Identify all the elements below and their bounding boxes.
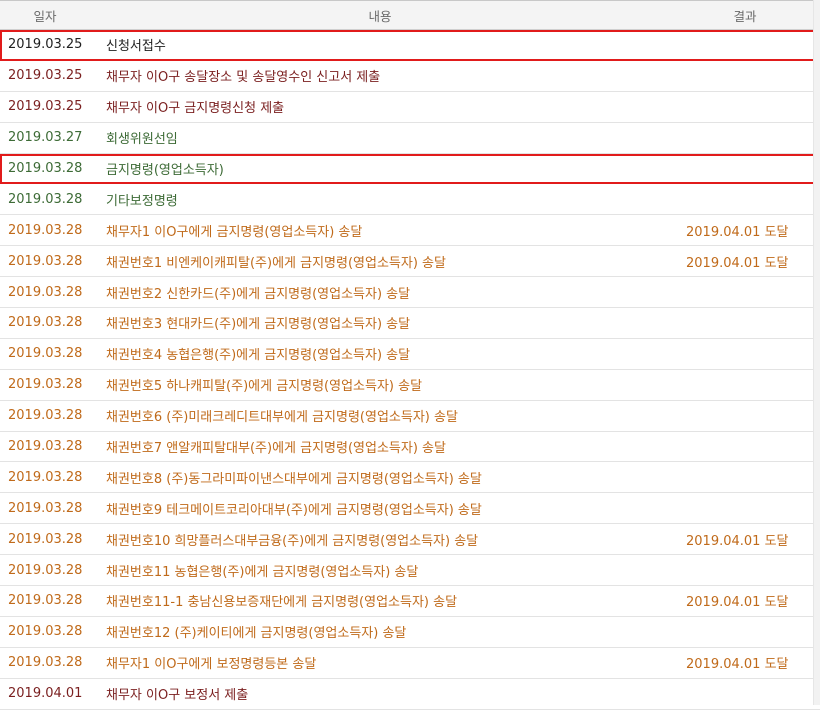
table-row-highlighted: 2019.03.28 금지명령(영업소득자) xyxy=(0,153,820,185)
row-date: 2019.03.27 xyxy=(8,130,83,146)
row-result: 2019.04.01 도달 xyxy=(686,255,789,271)
row-date: 2019.03.28 xyxy=(8,500,83,516)
table-row: 2019.03.28 채권번호10 희망플러스대부금융(주)에게 금지명령(영업소… xyxy=(0,524,820,556)
row-date: 2019.03.28 xyxy=(8,346,83,362)
row-content: 채권번호6 (주)미래크레디트대부에게 금지명령(영업소득자) 송달 xyxy=(106,410,458,426)
row-result: 2019.04.01 도달 xyxy=(686,595,789,611)
row-date: 2019.03.25 xyxy=(8,68,83,84)
table-row: 2019.03.28 채권번호7 앤알캐피탈대부(주)에게 금지명령(영업소득자)… xyxy=(0,432,820,463)
table-row: 2019.03.28 채권번호8 (주)동그라미파이낸스대부에게 금지명령(영업소… xyxy=(0,462,820,494)
row-date: 2019.03.28 xyxy=(8,222,83,238)
row-content: 채무자 이O구 금지명령신청 제출 xyxy=(106,101,285,117)
row-content: 채무자 이O구 보정서 제출 xyxy=(106,688,249,704)
table-row: 2019.03.28 채권번호5 하나캐피탈(주)에게 금지명령(영업소득자) 송… xyxy=(0,370,820,401)
row-date: 2019.03.25 xyxy=(8,99,83,115)
table-row: 2019.03.28 채권번호2 신한카드(주)에게 금지명령(영업소득자) 송달 xyxy=(0,277,820,309)
row-date: 2019.03.28 xyxy=(8,531,83,547)
table-header: 일자 내용 결과 xyxy=(0,0,820,30)
row-date: 2019.03.28 xyxy=(8,408,83,424)
table-row: 2019.03.28 기타보정명령 xyxy=(0,184,820,216)
row-date: 2019.03.28 xyxy=(8,315,83,331)
table-row: 2019.03.28 채무자1 이O구에게 금지명령(영업소득자) 송달 2019.… xyxy=(0,215,820,247)
vertical-scrollbar[interactable] xyxy=(813,0,820,705)
table-row: 2019.03.25 채무자 이O구 송달장소 및 송달영수인 신고서 제출 xyxy=(0,61,820,92)
row-content: 신청서접수 xyxy=(106,39,166,55)
row-content: 기타보정명령 xyxy=(106,193,178,209)
header-date: 일자 xyxy=(33,8,57,24)
row-date: 2019.03.28 xyxy=(8,562,83,578)
table-row: 2019.03.28 채무자1 이O구에게 보정명령등본 송달 2019.04.01… xyxy=(0,648,820,679)
table-body: 2019.03.25 신청서접수 2019.03.25 채무자 이O구 송달장소 및 … xyxy=(0,30,820,710)
row-content: 채권번호10 희망플러스대부금융(주)에게 금지명령(영업소득자) 송달 xyxy=(106,533,479,549)
row-content: 채권번호5 하나캐피탈(주)에게 금지명령(영업소득자) 송달 xyxy=(106,379,423,395)
row-date: 2019.03.28 xyxy=(8,377,83,393)
row-content: 채권번호3 현대카드(주)에게 금지명령(영업소득자) 송달 xyxy=(106,317,411,333)
table-row: 2019.03.28 채권번호12 (주)케이티에게 금지명령(영업소득자) 송달 xyxy=(0,617,820,648)
table-row: 2019.03.28 채권번호11-1 충남신용보증재단에게 금지명령(영업소득자… xyxy=(0,586,820,617)
row-date: 2019.03.28 xyxy=(8,161,83,176)
row-date: 2019.03.28 xyxy=(8,191,83,207)
row-date: 2019.03.28 xyxy=(8,439,83,455)
row-date: 2019.03.28 xyxy=(8,253,83,269)
row-content: 채권번호8 (주)동그라미파이낸스대부에게 금지명령(영업소득자) 송달 xyxy=(106,471,482,487)
table-row: 2019.03.28 채권번호9 테크메이트코리아대부(주)에게 금지명령(영업소… xyxy=(0,493,820,525)
row-content: 채무자 이O구 송달장소 및 송달영수인 신고서 제출 xyxy=(106,70,381,86)
row-date: 2019.03.25 xyxy=(8,37,83,53)
row-date: 2019.04.01 xyxy=(8,686,83,702)
row-content: 채권번호12 (주)케이티에게 금지명령(영업소득자) 송달 xyxy=(106,626,407,642)
row-result: 2019.04.01 도달 xyxy=(686,657,789,673)
case-progress-table: 일자 내용 결과 2019.03.25 신청서접수 2019.03.25 채무자 이O… xyxy=(0,0,820,710)
header-content: 내용 xyxy=(368,8,392,24)
row-date: 2019.03.28 xyxy=(8,284,83,300)
table-row: 2019.03.28 채권번호1 비엔케이캐피탈(주)에게 금지명령(영업소득자)… xyxy=(0,246,820,278)
row-content: 채권번호4 농협은행(주)에게 금지명령(영업소득자) 송달 xyxy=(106,348,411,364)
table-row: 2019.03.28 채권번호4 농협은행(주)에게 금지명령(영업소득자) 송달 xyxy=(0,339,820,370)
row-date: 2019.03.28 xyxy=(8,655,83,671)
row-date: 2019.03.28 xyxy=(8,469,83,485)
row-result: 2019.04.01 도달 xyxy=(686,224,789,240)
row-result: 2019.04.01 도달 xyxy=(686,533,789,549)
row-content: 채권번호7 앤알캐피탈대부(주)에게 금지명령(영업소득자) 송달 xyxy=(106,441,446,457)
table-row-highlighted: 2019.03.25 신청서접수 xyxy=(0,30,820,61)
row-content: 채무자1 이O구에게 금지명령(영업소득자) 송달 xyxy=(106,224,363,240)
table-row: 2019.03.28 채권번호3 현대카드(주)에게 금지명령(영업소득자) 송달 xyxy=(0,308,820,339)
table-row: 2019.03.28 채권번호6 (주)미래크레디트대부에게 금지명령(영업소득자… xyxy=(0,401,820,432)
row-content: 채무자1 이O구에게 보정명령등본 송달 xyxy=(106,657,317,673)
table-row: 2019.03.28 채권번호11 농협은행(주)에게 금지명령(영업소득자) 송… xyxy=(0,555,820,587)
table-row: 2019.03.25 채무자 이O구 금지명령신청 제출 xyxy=(0,92,820,123)
row-content: 금지명령(영업소득자) xyxy=(106,163,224,178)
row-date: 2019.03.28 xyxy=(8,593,83,609)
row-content: 채권번호11 농협은행(주)에게 금지명령(영업소득자) 송달 xyxy=(106,564,419,580)
table-row: 2019.03.27 회생위원선임 xyxy=(0,123,820,154)
header-result: 결과 xyxy=(733,8,757,24)
row-content: 회생위원선임 xyxy=(106,132,178,148)
row-content: 채권번호9 테크메이트코리아대부(주)에게 금지명령(영업소득자) 송달 xyxy=(106,502,482,518)
row-content: 채권번호2 신한카드(주)에게 금지명령(영업소득자) 송달 xyxy=(106,286,411,302)
row-date: 2019.03.28 xyxy=(8,624,83,640)
row-content: 채권번호11-1 충남신용보증재단에게 금지명령(영업소득자) 송달 xyxy=(106,595,458,611)
row-content: 채권번호1 비엔케이캐피탈(주)에게 금지명령(영업소득자) 송달 xyxy=(106,255,446,271)
